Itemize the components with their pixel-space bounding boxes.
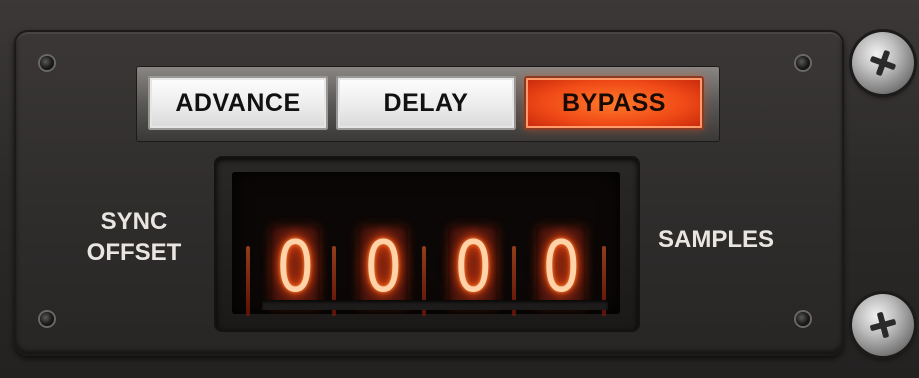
sync-offset-label: SYNC OFFSET [72, 206, 196, 268]
mount-hole-icon [796, 56, 810, 70]
delay-button[interactable]: DELAY [336, 76, 516, 130]
nixie-tube-glow-edge [246, 246, 250, 316]
nixie-tube-1: 0 [270, 226, 320, 308]
mount-hole-icon [796, 312, 810, 326]
nixie-digit-4: 0 [542, 226, 580, 308]
advance-button[interactable]: ADVANCE [148, 76, 328, 130]
nixie-digit-3: 0 [454, 226, 492, 308]
bypass-button[interactable]: BYPASS [524, 76, 704, 130]
phillips-screw-icon [852, 294, 914, 356]
mount-hole-icon [40, 312, 54, 326]
phillips-screw-icon [852, 32, 914, 94]
nixie-digit-2: 0 [364, 226, 402, 308]
nixie-digit-1: 0 [276, 226, 314, 308]
mount-hole-icon [40, 56, 54, 70]
sync-offset-label-line2: OFFSET [86, 239, 182, 266]
sync-offset-label-line1: SYNC [100, 208, 168, 235]
nixie-display: 0 0 0 0 [232, 172, 620, 316]
screw-cross-icon [870, 50, 896, 76]
screw-cross-icon [870, 312, 896, 338]
nixie-tube-3: 0 [448, 226, 498, 308]
display-ledge [262, 300, 608, 310]
rack-panel: ADVANCE DELAY BYPASS SYNC OFFSET 0 0 0 0 [0, 0, 919, 378]
mode-button-bar: ADVANCE DELAY BYPASS [136, 66, 720, 142]
nixie-tube-4: 0 [536, 226, 586, 308]
samples-label: SAMPLES [658, 226, 775, 253]
nixie-tube-2: 0 [358, 226, 408, 308]
offset-display-bezel: 0 0 0 0 [216, 158, 638, 330]
